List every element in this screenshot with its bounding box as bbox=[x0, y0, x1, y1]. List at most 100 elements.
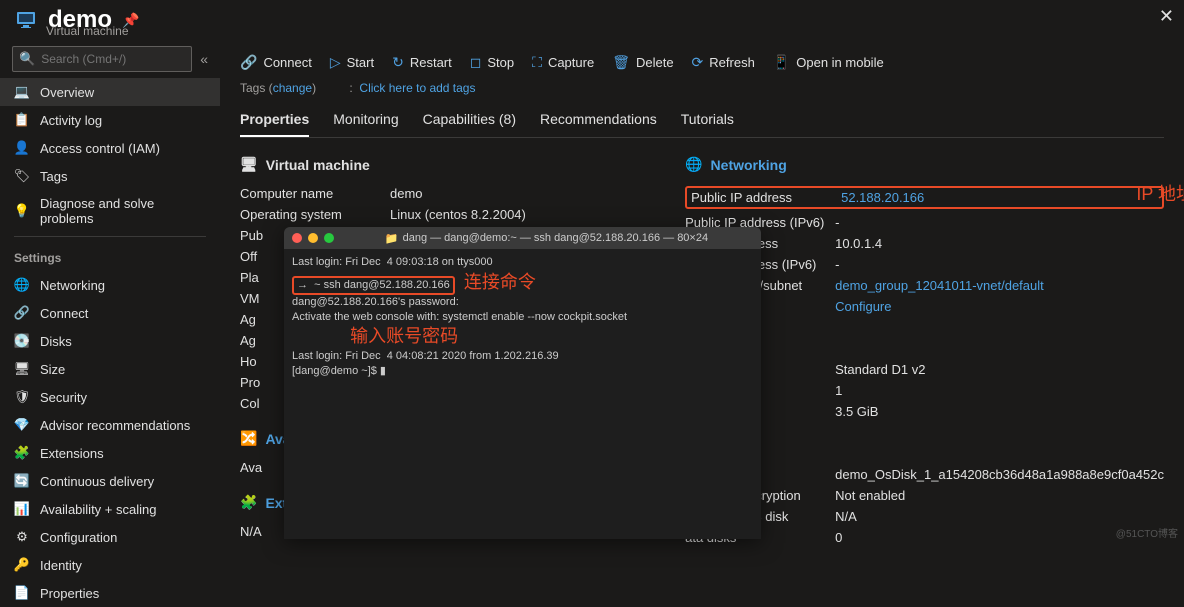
sidebar-item-label: Advisor recommendations bbox=[40, 418, 190, 433]
mobile-icon: 📱 bbox=[773, 54, 790, 71]
restart-icon: ↻ bbox=[392, 54, 404, 71]
label: Public IP address bbox=[691, 190, 841, 205]
restart-button[interactable]: ↻Restart bbox=[392, 54, 452, 71]
sidebar-item-tags[interactable]: 🏷Tags bbox=[0, 162, 220, 190]
sidebar-item-properties[interactable]: 📄Properties bbox=[0, 579, 220, 607]
value: Standard D1 v2 bbox=[835, 362, 1164, 377]
refresh-icon: ⟳ bbox=[692, 54, 704, 71]
settings-header: Settings bbox=[0, 241, 220, 271]
sidebar-item-configuration[interactable]: ⚙Configuration bbox=[0, 523, 220, 551]
annotation-ip: IP 地址 bbox=[1136, 180, 1184, 206]
sidebar-item-label: Access control (IAM) bbox=[40, 141, 160, 156]
trash-icon: 🗑 bbox=[612, 54, 630, 71]
terminal-titlebar: 📁 dang — dang@demo:~ — ssh dang@52.188.2… bbox=[284, 227, 761, 249]
sidebar-item-diagnose-and-solve-problems[interactable]: 💡Diagnose and solve problems bbox=[0, 190, 220, 232]
sidebar-item-access-control-iam-[interactable]: 👤 Access control (IAM) bbox=[0, 134, 220, 162]
refresh-button[interactable]: ⟳Refresh bbox=[692, 54, 755, 71]
ext-icon: 🧩 bbox=[240, 494, 257, 511]
collapse-icon[interactable]: « bbox=[200, 51, 208, 67]
nav-icon: 🔄 bbox=[14, 473, 30, 489]
terminal-body[interactable]: Last login: Fri Dec 4 09:03:18 on ttys00… bbox=[284, 249, 761, 384]
value: demo bbox=[390, 186, 655, 201]
tab-recommendations[interactable]: Recommendations bbox=[540, 103, 657, 137]
sidebar-item-continuous-delivery[interactable]: 🔄Continuous delivery bbox=[0, 467, 220, 495]
max-dot[interactable] bbox=[324, 233, 334, 243]
value[interactable]: 52.188.20.166 bbox=[841, 190, 1158, 205]
sidebar-item-connect[interactable]: 🔗Connect bbox=[0, 299, 220, 327]
vm-section-head: 🖥 Virtual machine bbox=[240, 156, 655, 173]
nav-icon: 👤 bbox=[14, 140, 30, 156]
play-icon: ▷ bbox=[330, 54, 341, 71]
tab-properties[interactable]: Properties bbox=[240, 103, 309, 137]
value: 0 bbox=[835, 530, 1164, 545]
connect-icon: 🔗 bbox=[240, 54, 257, 71]
nav-icon: 📄 bbox=[14, 585, 30, 601]
sidebar-item-size[interactable]: 🖥Size bbox=[0, 355, 220, 383]
close-icon[interactable]: ✕ bbox=[1159, 6, 1174, 27]
sidebar-item-overview[interactable]: 💻 Overview bbox=[0, 78, 220, 106]
nav-icon: 🔑 bbox=[14, 557, 30, 573]
sidebar: 🔍 « 💻 Overview 📋 Activity log 👤 Access contro… bbox=[0, 40, 220, 558]
label: Operating system bbox=[240, 207, 390, 222]
sidebar-item-disks[interactable]: 💽Disks bbox=[0, 327, 220, 355]
tags-row: Tags (change) : Click here to add tags bbox=[240, 81, 1164, 103]
mobile-button[interactable]: 📱Open in mobile bbox=[773, 54, 884, 71]
tab-capabilities-[interactable]: Capabilities (8) bbox=[423, 103, 516, 137]
terminal-window: 📁 dang — dang@demo:~ — ssh dang@52.188.2… bbox=[284, 227, 761, 539]
sidebar-item-label: Activity log bbox=[40, 113, 102, 128]
nav-icon: 🌐 bbox=[14, 277, 30, 293]
value[interactable]: Configure bbox=[835, 299, 1164, 314]
nav-icon: 🔗 bbox=[14, 305, 30, 321]
add-tags-link[interactable]: Click here to add tags bbox=[359, 81, 475, 95]
nav-icon: ⚙ bbox=[14, 529, 30, 545]
value: 3.5 GiB bbox=[835, 404, 1164, 419]
value[interactable]: demo_group_12041011-vnet/default bbox=[835, 278, 1164, 293]
header: demo 📌 Virtual machine ✕ bbox=[0, 0, 1184, 40]
sidebar-item-label: Size bbox=[40, 362, 65, 377]
sidebar-item-label: Extensions bbox=[40, 446, 104, 461]
tabs: Properties Monitoring Capabilities (8) Reco… bbox=[240, 103, 1164, 138]
start-button[interactable]: ▷Start bbox=[330, 54, 374, 71]
value: Linux (centos 8.2.2004) bbox=[390, 207, 655, 222]
value: - bbox=[835, 257, 1164, 272]
search-input[interactable] bbox=[41, 52, 185, 66]
tab-tutorials[interactable]: Tutorials bbox=[681, 103, 734, 137]
sidebar-item-security[interactable]: 🛡Security bbox=[0, 383, 220, 411]
vm-icon: 🖥 bbox=[240, 156, 258, 173]
min-dot[interactable] bbox=[308, 233, 318, 243]
nav-icon: 📋 bbox=[14, 112, 30, 128]
value: demo_OsDisk_1_a154208cb36d48a1a988a8e9cf… bbox=[835, 467, 1164, 482]
capture-button[interactable]: ⛶Capture bbox=[532, 54, 594, 71]
sidebar-item-extensions[interactable]: 🧩 Extensions bbox=[0, 439, 220, 467]
ssh-command-box: → ~ ssh dang@52.188.20.166 bbox=[292, 276, 455, 295]
sidebar-item-identity[interactable]: 🔑 Identity bbox=[0, 551, 220, 579]
delete-button[interactable]: 🗑Delete bbox=[612, 54, 673, 71]
nav-icon: 🧩 bbox=[14, 445, 30, 461]
sidebar-item-availability-scaling[interactable]: 📊Availability + scaling bbox=[0, 495, 220, 523]
search-wrap: 🔍 « bbox=[0, 46, 220, 78]
value: N/A bbox=[835, 509, 1164, 524]
sidebar-item-activity-log[interactable]: 📋 Activity log bbox=[0, 106, 220, 134]
sidebar-item-label: Diagnose and solve problems bbox=[40, 196, 206, 226]
table-row: Computer namedemo bbox=[240, 183, 655, 204]
tab-monitoring[interactable]: Monitoring bbox=[333, 103, 398, 137]
close-dot[interactable] bbox=[292, 233, 302, 243]
search-box[interactable]: 🔍 bbox=[12, 46, 192, 72]
annotation-conn: 连接命令 bbox=[464, 272, 536, 292]
terminal-title: 📁 dang — dang@demo:~ — ssh dang@52.188.2… bbox=[340, 232, 753, 245]
sidebar-item-label: Identity bbox=[40, 558, 82, 573]
sidebar-item-label: Overview bbox=[40, 85, 94, 100]
value: 10.0.1.4 bbox=[835, 236, 1164, 251]
sidebar-item-label: Networking bbox=[40, 278, 105, 293]
nav-icon: 💎 bbox=[14, 417, 30, 433]
table-row: Public IP address52.188.20.166 bbox=[685, 183, 1164, 212]
nav-icon: 💻 bbox=[14, 84, 30, 100]
networking-head[interactable]: 🌐 Networking bbox=[685, 156, 1164, 173]
sidebar-item-networking[interactable]: 🌐 Networking bbox=[0, 271, 220, 299]
sidebar-item-advisor-recommendations[interactable]: 💎 Advisor recommendations bbox=[0, 411, 220, 439]
connect-button[interactable]: 🔗Connect bbox=[240, 54, 312, 71]
nav-icon: 🛡 bbox=[14, 389, 30, 405]
stop-button[interactable]: ◻Stop bbox=[470, 54, 514, 71]
change-tags-link[interactable]: change bbox=[273, 81, 312, 95]
sidebar-item-label: Tags bbox=[40, 169, 67, 184]
